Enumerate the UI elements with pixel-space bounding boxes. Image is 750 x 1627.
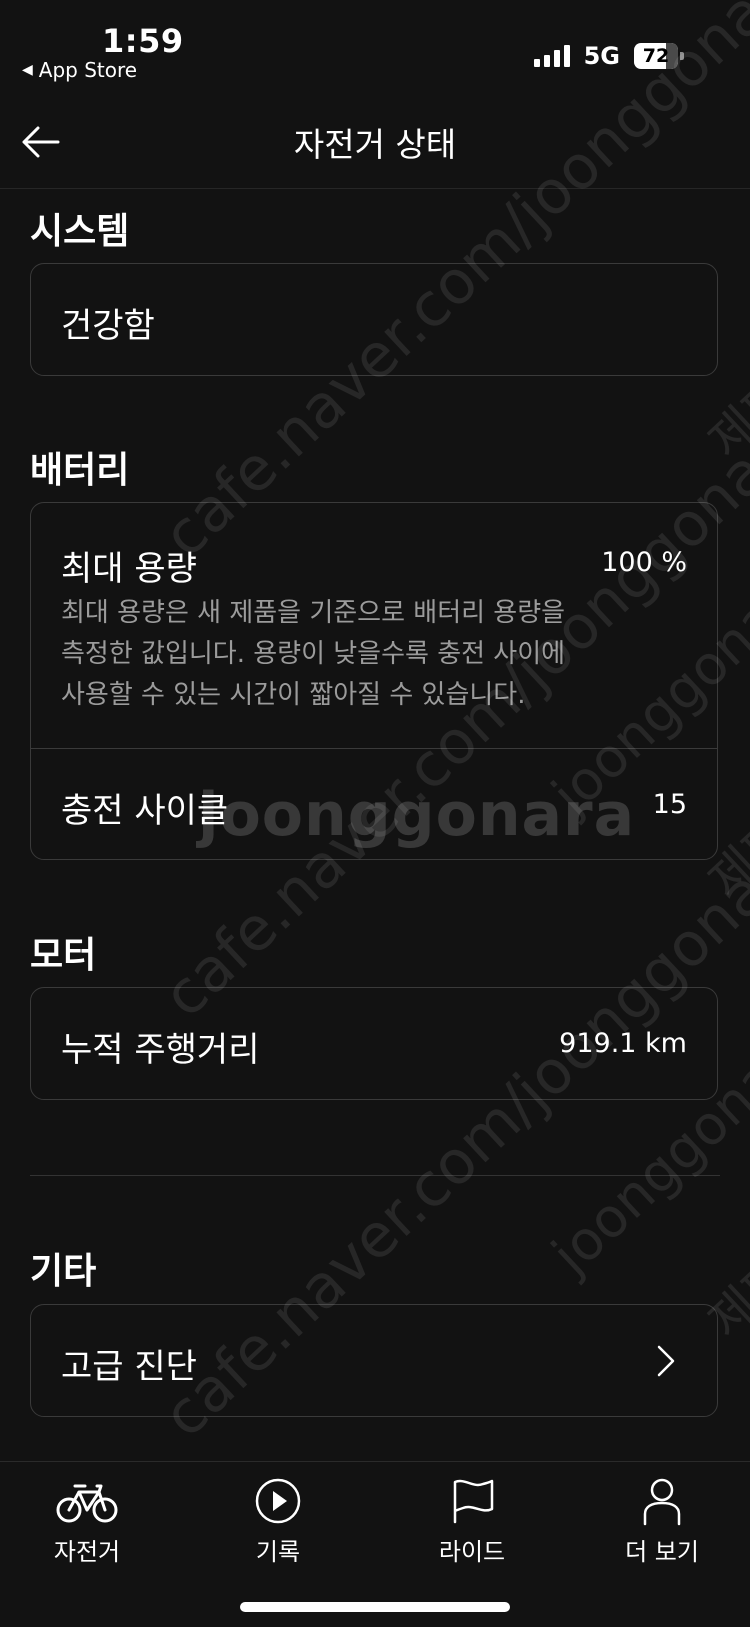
section-title-battery: 배터리 <box>30 450 130 491</box>
tab-records[interactable]: 기록 <box>203 1476 353 1567</box>
tab-bicycle[interactable]: 자전거 <box>12 1476 162 1567</box>
max-capacity-label: 최대 용량 <box>61 549 197 589</box>
chevron-right-icon <box>657 1345 675 1377</box>
max-capacity-description: 최대 용량은 새 제품을 기준으로 배터리 용량을 측정한 값입니다. 용량이 … <box>61 593 701 716</box>
odometer-label: 누적 주행거리 <box>61 1030 260 1070</box>
battery-icon: 72 <box>634 43 684 69</box>
status-time: 1:59 <box>102 22 184 60</box>
battery-card: 최대 용량 100 % 최대 용량은 새 제품을 기준으로 배터리 용량을 측정… <box>30 502 718 860</box>
tab-label: 기록 <box>255 1538 301 1566</box>
section-divider <box>30 1175 720 1176</box>
back-triangle-icon: ◀ <box>22 62 33 78</box>
system-card: 건강함 <box>30 263 718 376</box>
header-divider <box>0 188 750 189</box>
odometer-value: 919.1 km <box>559 1028 687 1059</box>
section-title-other: 기타 <box>30 1251 97 1292</box>
advanced-diagnostics-label: 고급 진단 <box>61 1347 197 1387</box>
cellular-signal-icon <box>533 45 570 67</box>
network-type: 5G <box>583 42 620 70</box>
battery-row-divider <box>31 748 717 749</box>
status-indicators: 5G 72 <box>533 42 684 70</box>
tab-rides[interactable]: 라이드 <box>397 1476 547 1567</box>
charge-cycles-label: 충전 사이클 <box>61 791 229 831</box>
section-title-system: 시스템 <box>30 211 130 252</box>
description-line: 측정한 값입니다. 용량이 낮을수록 충전 사이에 <box>61 639 566 669</box>
section-title-motor: 모터 <box>30 935 97 976</box>
tab-more[interactable]: 더 보기 <box>587 1476 737 1567</box>
bicycle-icon <box>56 1484 118 1523</box>
play-circle-icon <box>255 1478 301 1524</box>
tab-label: 라이드 <box>438 1538 506 1566</box>
charge-cycles-value: 15 <box>652 789 687 820</box>
description-line: 사용할 수 있는 시간이 짧아질 수 있습니다. <box>61 680 526 710</box>
page-title: 자전거 상태 <box>293 125 457 164</box>
tab-label: 더 보기 <box>625 1538 699 1566</box>
system-status: 건강함 <box>61 306 155 346</box>
tab-label: 자전거 <box>53 1538 121 1566</box>
advanced-diagnostics-button[interactable]: 고급 진단 <box>30 1304 718 1417</box>
flag-icon <box>453 1479 494 1524</box>
motor-card: 누적 주행거리 919.1 km <box>30 987 718 1100</box>
back-app-label: App Store <box>38 58 138 82</box>
max-capacity-value: 100 % <box>601 547 687 578</box>
back-to-app-link[interactable]: ◀ App Store <box>22 58 137 82</box>
battery-level: 72 <box>642 45 670 67</box>
description-line: 최대 용량은 새 제품을 기준으로 배터리 용량을 <box>61 598 566 628</box>
person-icon <box>643 1478 681 1526</box>
home-indicator <box>240 1602 510 1612</box>
